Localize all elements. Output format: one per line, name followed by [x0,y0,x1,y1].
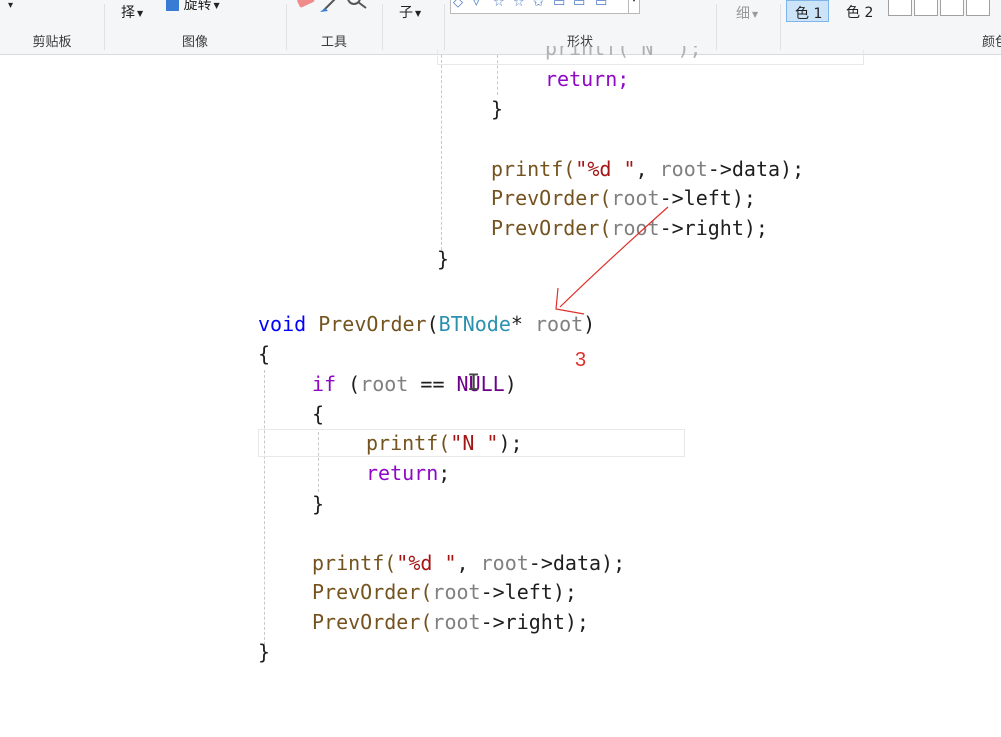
code-token: == [408,372,457,396]
code-token: ) [504,372,517,396]
code-token: ( [426,312,439,336]
code-line-printf: printf("%d ", root->data); [312,548,625,578]
code-token: ; [438,461,451,485]
code-token: printf( [366,431,451,455]
code-line-brace: { [312,402,325,426]
text-cursor-icon: I [467,371,481,396]
code-token: if [312,372,337,396]
code-token: PrevOrder( [312,580,433,604]
arrow-line [559,206,669,308]
annotation-number: 3 [575,349,587,371]
code-line-call-right: PrevOrder(root->right); [312,607,589,637]
code-token: return [366,461,439,485]
code-token: PrevOrder [318,312,427,336]
code-line-brace: } [312,492,325,516]
code-token: ->data); [528,551,626,575]
code-token: void [258,312,307,336]
code-token: root [534,312,584,336]
code-line-return: return; [366,458,450,488]
code-token: , [456,551,481,575]
code-token: "%d " [396,551,457,575]
code-token: root [480,551,529,575]
code-line-if: if (root == NULL) [312,369,517,399]
code-token: "N " [450,431,499,455]
code-token: root [432,580,481,604]
indent-guide [264,370,265,650]
code-token: ->left); [480,580,577,604]
code-line-call-left: PrevOrder(root->left); [312,577,577,607]
code-token: PrevOrder( [312,610,433,634]
code-line-brace: { [258,342,271,366]
code-token: NULL [456,372,505,396]
code-line-brace: } [258,640,271,664]
code-token: ) [583,312,596,336]
code-token: root [360,372,409,396]
code-line-printf-null: printf("N "); [366,428,523,458]
code-token: BTNode [438,312,511,336]
code-token: printf( [312,551,397,575]
code-line-signature: void PrevOrder(BTNode* root) [258,309,595,339]
code-token: ); [498,431,523,455]
code-token: * [510,312,535,336]
code-token: root [432,610,481,634]
code-token: ->right); [480,610,589,634]
code-token: ( [336,372,361,396]
